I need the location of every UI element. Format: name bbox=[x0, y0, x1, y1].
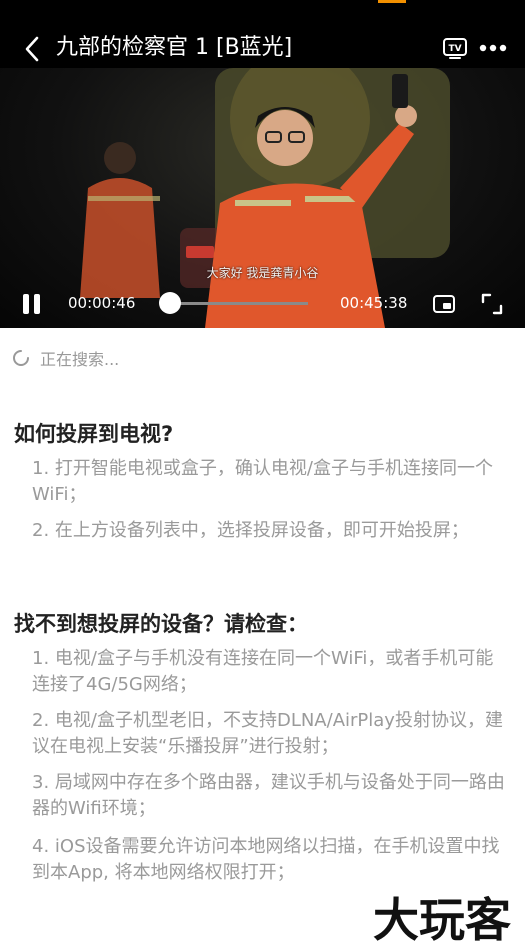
search-status-text: 正在搜索... bbox=[40, 350, 120, 369]
troubleshoot-title: 找不到想投屏的设备？请检查： bbox=[14, 612, 308, 636]
watermark-logo: 大玩客 bbox=[373, 893, 511, 946]
more-button[interactable] bbox=[478, 36, 508, 60]
video-title: 九部的检察官 1 [B蓝光] bbox=[56, 35, 293, 60]
fullscreen-button[interactable] bbox=[480, 292, 504, 316]
pause-icon bbox=[23, 294, 40, 314]
troubleshoot-item: 3. 局域网中存在多个路由器，建议手机与设备处于同一路由器的Wifi环境； bbox=[32, 772, 505, 819]
more-icon bbox=[479, 44, 507, 52]
pip-icon bbox=[433, 295, 455, 313]
back-button[interactable] bbox=[18, 34, 48, 64]
progress-knob[interactable] bbox=[159, 292, 182, 314]
howto-item: 1. 打开智能电视或盒子，确认电视/盒子与手机连接同一个WiFi； bbox=[32, 458, 493, 505]
pause-button[interactable] bbox=[20, 292, 44, 316]
watermark-text: 大玩客 bbox=[373, 893, 511, 946]
search-status: 正在搜索... bbox=[12, 346, 119, 370]
svg-text:TV: TV bbox=[448, 44, 461, 54]
troubleshoot-item: 2. 电视/盒子机型老旧，不支持DLNA/AirPlay投射协议，建议在电视上安… bbox=[32, 710, 503, 757]
total-time: 00:45:38 bbox=[340, 294, 408, 312]
status-accent bbox=[378, 0, 406, 3]
back-icon bbox=[25, 36, 39, 62]
fullscreen-icon bbox=[481, 293, 503, 315]
player-top-bar: 九部的检察官 1 [B蓝光] TV bbox=[0, 28, 525, 68]
progress-bar[interactable] bbox=[168, 302, 308, 305]
video-player[interactable]: 九部的检察官 1 [B蓝光] TV 大家好 我是龚青小谷 00:00:46 00… bbox=[0, 0, 525, 328]
howto-title: 如何投屏到电视? bbox=[14, 422, 174, 446]
tv-cast-icon: TV bbox=[443, 38, 467, 59]
troubleshoot-item: 4. iOS设备需要允许访问本地网络以扫描，在手机设置中找到本App, 将本地网… bbox=[32, 836, 500, 883]
player-controls: 00:00:46 00:45:38 bbox=[0, 286, 525, 322]
troubleshoot-item: 1. 电视/盒子与手机没有连接在同一个WiFi，或者手机可能连接了4G/5G网络… bbox=[32, 648, 494, 695]
video-subtitle: 大家好 我是龚青小谷 bbox=[206, 266, 319, 280]
pip-button[interactable] bbox=[432, 292, 456, 316]
current-time: 00:00:46 bbox=[68, 294, 136, 312]
loading-spinner-icon bbox=[13, 350, 29, 366]
howto-item: 2. 在上方设备列表中，选择投屏设备，即可开始投屏； bbox=[32, 520, 469, 541]
tv-cast-button[interactable]: TV bbox=[442, 36, 468, 60]
